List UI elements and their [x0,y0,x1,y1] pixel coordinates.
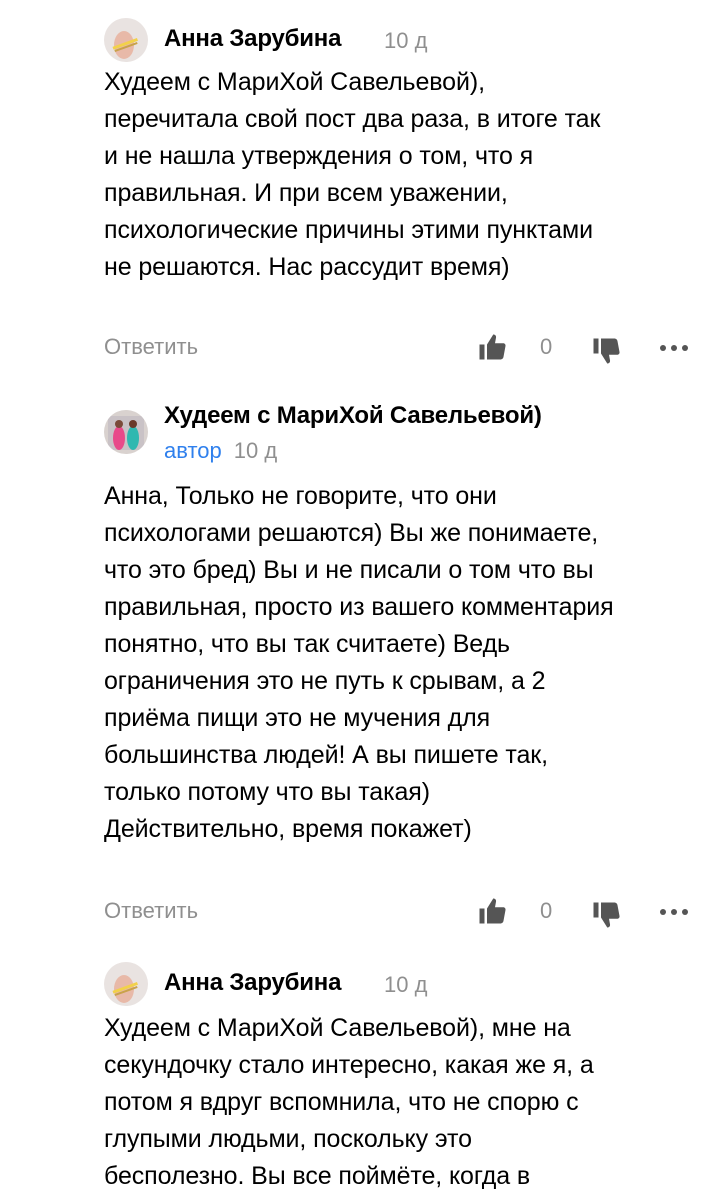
comment-text-line: не решаются. Нас рассудит время) [104,253,510,281]
reply-button[interactable]: Ответить [104,898,198,924]
comment-text-line: Худеем с МариХой Савельевой), [104,68,485,96]
comment-text: Худеем с МариХой Савельевой), перечитала… [104,64,704,286]
author-badge: автор [164,438,222,463]
comment-text-line: что это бред) Вы и не писали о том что в… [104,556,594,584]
thumbs-down-icon[interactable] [591,900,621,930]
comment-text-line: перечитала свой пост два раза, в итоге т… [104,105,601,133]
comment-time: 10 д [384,972,428,997]
avatar[interactable] [104,410,148,454]
comment-text-line: потом я вдруг вспомнила, что не спорю с [104,1088,579,1116]
comment-text-line: приёма пищи это не мучения для [104,704,491,732]
comment-text-line: большинства людей! А вы пишете так, [104,741,548,769]
comment-time: 10 д [384,28,428,53]
comment-text-line: правильная, просто из вашего комментария [104,593,614,621]
comment-text-line: ограничения это не путь к срывам, а 2 [104,667,546,695]
more-horizontal-icon[interactable] [657,338,691,358]
author-name[interactable]: Анна Зарубина [164,969,341,997]
author-name[interactable]: Анна Зарубина [164,25,341,53]
comment-actions: Ответить 0 [104,892,694,932]
comment-text-line: Действительно, время покажет) [104,815,472,843]
like-count: 0 [540,334,553,359]
comment-time: 10 д [233,438,278,463]
thumbs-down-icon[interactable] [591,336,621,366]
more-horizontal-icon[interactable] [657,902,691,922]
comment-text-line: правильная. И при всем уважении, [104,179,508,207]
comment-text-line: и не нашла утверждения о том, что я [104,142,534,170]
comment-text-line: психологами решаются) Вы же понимаете, [104,519,599,547]
comment-text-line: Анна, Только не говорите, что они [104,482,497,510]
comment-text-line: Худеем с МариХой Савельевой), мне на [104,1014,571,1042]
comment-actions: Ответить 0 [104,328,694,368]
comment-meta: автор 10 д [164,438,277,464]
comment-text-line: психологические причины этими пунктами [104,216,593,244]
avatar[interactable] [104,18,148,62]
like-count: 0 [540,898,553,923]
comment-text-line: бесполезно. Вы все поймёте, когда в [104,1162,531,1190]
avatar[interactable] [104,962,148,1006]
comment-text-line: только потому что вы такая) [104,778,430,806]
comment-text: Анна, Только не говорите, что они психол… [104,478,704,848]
reply-button[interactable]: Ответить [104,334,198,360]
author-name[interactable]: Худеем с МариХой Савельевой) [164,402,542,430]
comment-text-line: секундочку стало интересно, какая же я, … [104,1051,594,1079]
comment-text: Худеем с МариХой Савельевой), мне на сек… [104,1010,704,1195]
comment-text-line: глупыми людьми, поскольку это [104,1125,472,1153]
thumbs-up-icon[interactable] [477,332,507,362]
thumbs-up-icon[interactable] [477,896,507,926]
comment-text-line: понятно, что вы так считаете) Ведь [104,630,510,658]
